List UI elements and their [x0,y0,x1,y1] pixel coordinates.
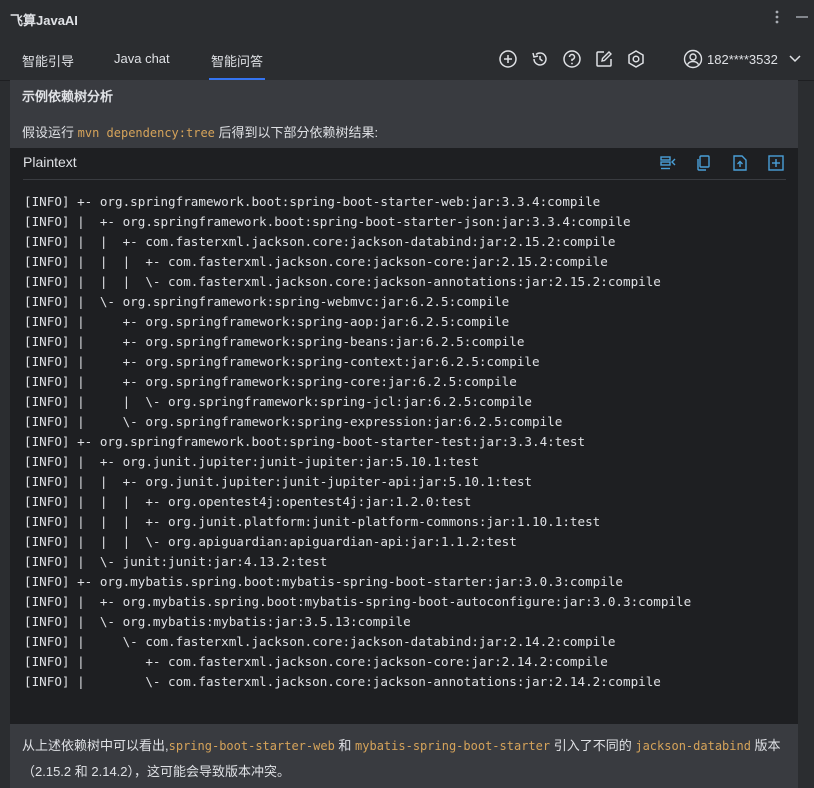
code-line: [INFO] | | | \- com.fasterxml.jackson.co… [24,274,661,289]
code-line: [INFO] | | | +- org.junit.platform:junit… [24,514,601,529]
chevron-down-icon[interactable] [788,52,802,66]
answer-message: 示例依赖树分析 假设运行 mvn dependency:tree 后得到以下部分… [10,80,798,788]
conclusion-text: 从上述依赖树中可以看出,spring-boot-starter-web 和 my… [22,733,792,784]
code-content: [INFO] +- org.springframework.boot:sprin… [24,192,691,692]
code-line: [INFO] | | | +- org.opentest4j:opentest4… [24,494,472,509]
code-line: [INFO] +- org.springframework.boot:sprin… [24,434,586,449]
new-file-icon[interactable] [731,154,749,172]
user-account[interactable]: 182****3532 [683,49,778,69]
code-line: [INFO] | +- org.springframework:spring-b… [24,334,525,349]
code-line: [INFO] | | | \- org.apiguardian:apiguard… [24,534,517,549]
code-line: [INFO] | +- org.springframework:spring-c… [24,354,540,369]
code-line: [INFO] | | +- org.junit.jupiter:junit-ju… [24,474,532,489]
history-icon[interactable] [530,49,550,69]
help-icon[interactable] [562,49,582,69]
user-phone: 182****3532 [707,51,778,67]
code-line: [INFO] | \- com.fasterxml.jackson.core:j… [24,674,661,689]
inline-code-mybatis-starter: mybatis-spring-boot-starter [355,739,551,753]
more-vertical-icon[interactable] [770,7,784,33]
code-line: [INFO] | \- org.mybatis:mybatis:jar:3.5.… [24,614,411,629]
outro-part-1: 从上述依赖树中可以看出, [22,738,169,753]
tab-java-chat[interactable]: Java chat [114,51,170,66]
insert-left-icon[interactable] [659,154,677,172]
edit-icon[interactable] [594,49,614,69]
code-line: [INFO] | \- org.springframework:spring-e… [24,414,563,429]
code-line: [INFO] | +- org.springframework:spring-c… [24,374,517,389]
user-icon [683,49,703,69]
settings-icon[interactable] [626,49,646,69]
outro-part-3: 引入了不同的 [550,738,636,753]
intro-text: 假设运行 mvn dependency:tree 后得到以下部分依赖树结果: [22,122,378,141]
tab-bar: 智能引导 Java chat 智能问答 182****3532 [0,38,814,81]
code-line: [INFO] | | \- org.springframework:spring… [24,394,532,409]
intro-prefix: 假设运行 [22,125,78,140]
code-line: [INFO] | +- org.junit.jupiter:junit-jupi… [24,454,479,469]
code-line: [INFO] +- org.mybatis.spring.boot:mybati… [24,574,623,589]
inline-code-starter-web: spring-boot-starter-web [168,739,335,753]
section-title: 示例依赖树分析 [22,89,114,104]
tab-smart-qa[interactable]: 智能问答 [208,51,266,80]
minimize-icon[interactable] [794,7,810,33]
code-header-divider [23,179,786,180]
tab-smart-guide[interactable]: 智能引导 [22,51,74,70]
outro-part-2: 和 [334,738,356,753]
inline-code-jackson-databind: jackson-databind [635,739,751,753]
code-line: [INFO] | \- junit:junit:jar:4.13.2:test [24,554,328,569]
add-circle-icon[interactable] [498,49,518,69]
code-line: [INFO] | +- org.springframework:spring-a… [24,314,510,329]
code-line: [INFO] | +- org.mybatis.spring.boot:myba… [24,594,692,609]
copy-icon[interactable] [695,154,713,172]
code-line: [INFO] | +- com.fasterxml.jackson.core:j… [24,654,608,669]
code-line: [INFO] | \- com.fasterxml.jackson.core:j… [24,634,616,649]
code-block: Plaintext [INFO] +- org.springframework.… [10,148,798,724]
title-bar: 飞算JavaAI [0,0,814,38]
insert-icon[interactable] [767,154,785,172]
code-line: [INFO] | \- org.springframework:spring-w… [24,294,510,309]
code-line: [INFO] | +- org.springframework.boot:spr… [24,214,631,229]
code-language-label: Plaintext [23,154,77,170]
code-line: [INFO] | | | +- com.fasterxml.jackson.co… [24,254,608,269]
intro-suffix: 后得到以下部分依赖树结果: [214,125,379,140]
code-line: [INFO] | | +- com.fasterxml.jackson.core… [24,234,616,249]
app-title: 飞算JavaAI [10,13,78,28]
inline-code: mvn dependency:tree [77,126,215,140]
code-line: [INFO] +- org.springframework.boot:sprin… [24,194,601,209]
